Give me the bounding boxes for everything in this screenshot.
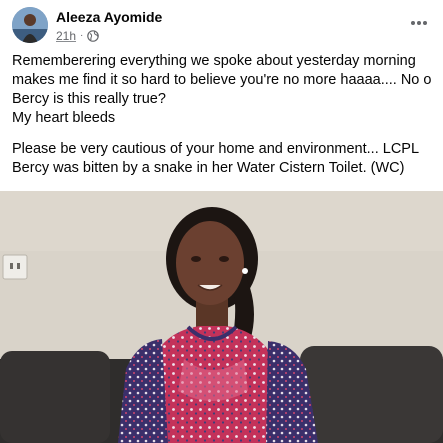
facebook-post: Aleeza Ayomide 21h · Rememberering every… <box>0 0 443 443</box>
post-timestamp[interactable]: 21h <box>56 29 76 43</box>
post-paragraph: Please be very cautious of your home and… <box>12 141 419 176</box>
meta-separator: · <box>80 30 84 41</box>
author-name[interactable]: Aleeza Ayomide <box>56 9 162 25</box>
more-options-icon[interactable] <box>406 10 432 36</box>
photo-image <box>0 191 443 443</box>
post-meta: 21h · <box>56 28 100 43</box>
post-header: Aleeza Ayomide 21h · <box>0 0 443 48</box>
post-paragraph: Rememberering everything we spoke about … <box>12 53 432 107</box>
post-paragraph: My heart bleeds <box>12 110 116 126</box>
avatar-image <box>12 7 48 43</box>
post-photo[interactable] <box>0 191 443 443</box>
globe-icon[interactable] <box>87 29 100 42</box>
post-text: Rememberering everything we spoke about … <box>12 52 436 178</box>
author-avatar[interactable] <box>12 7 48 43</box>
